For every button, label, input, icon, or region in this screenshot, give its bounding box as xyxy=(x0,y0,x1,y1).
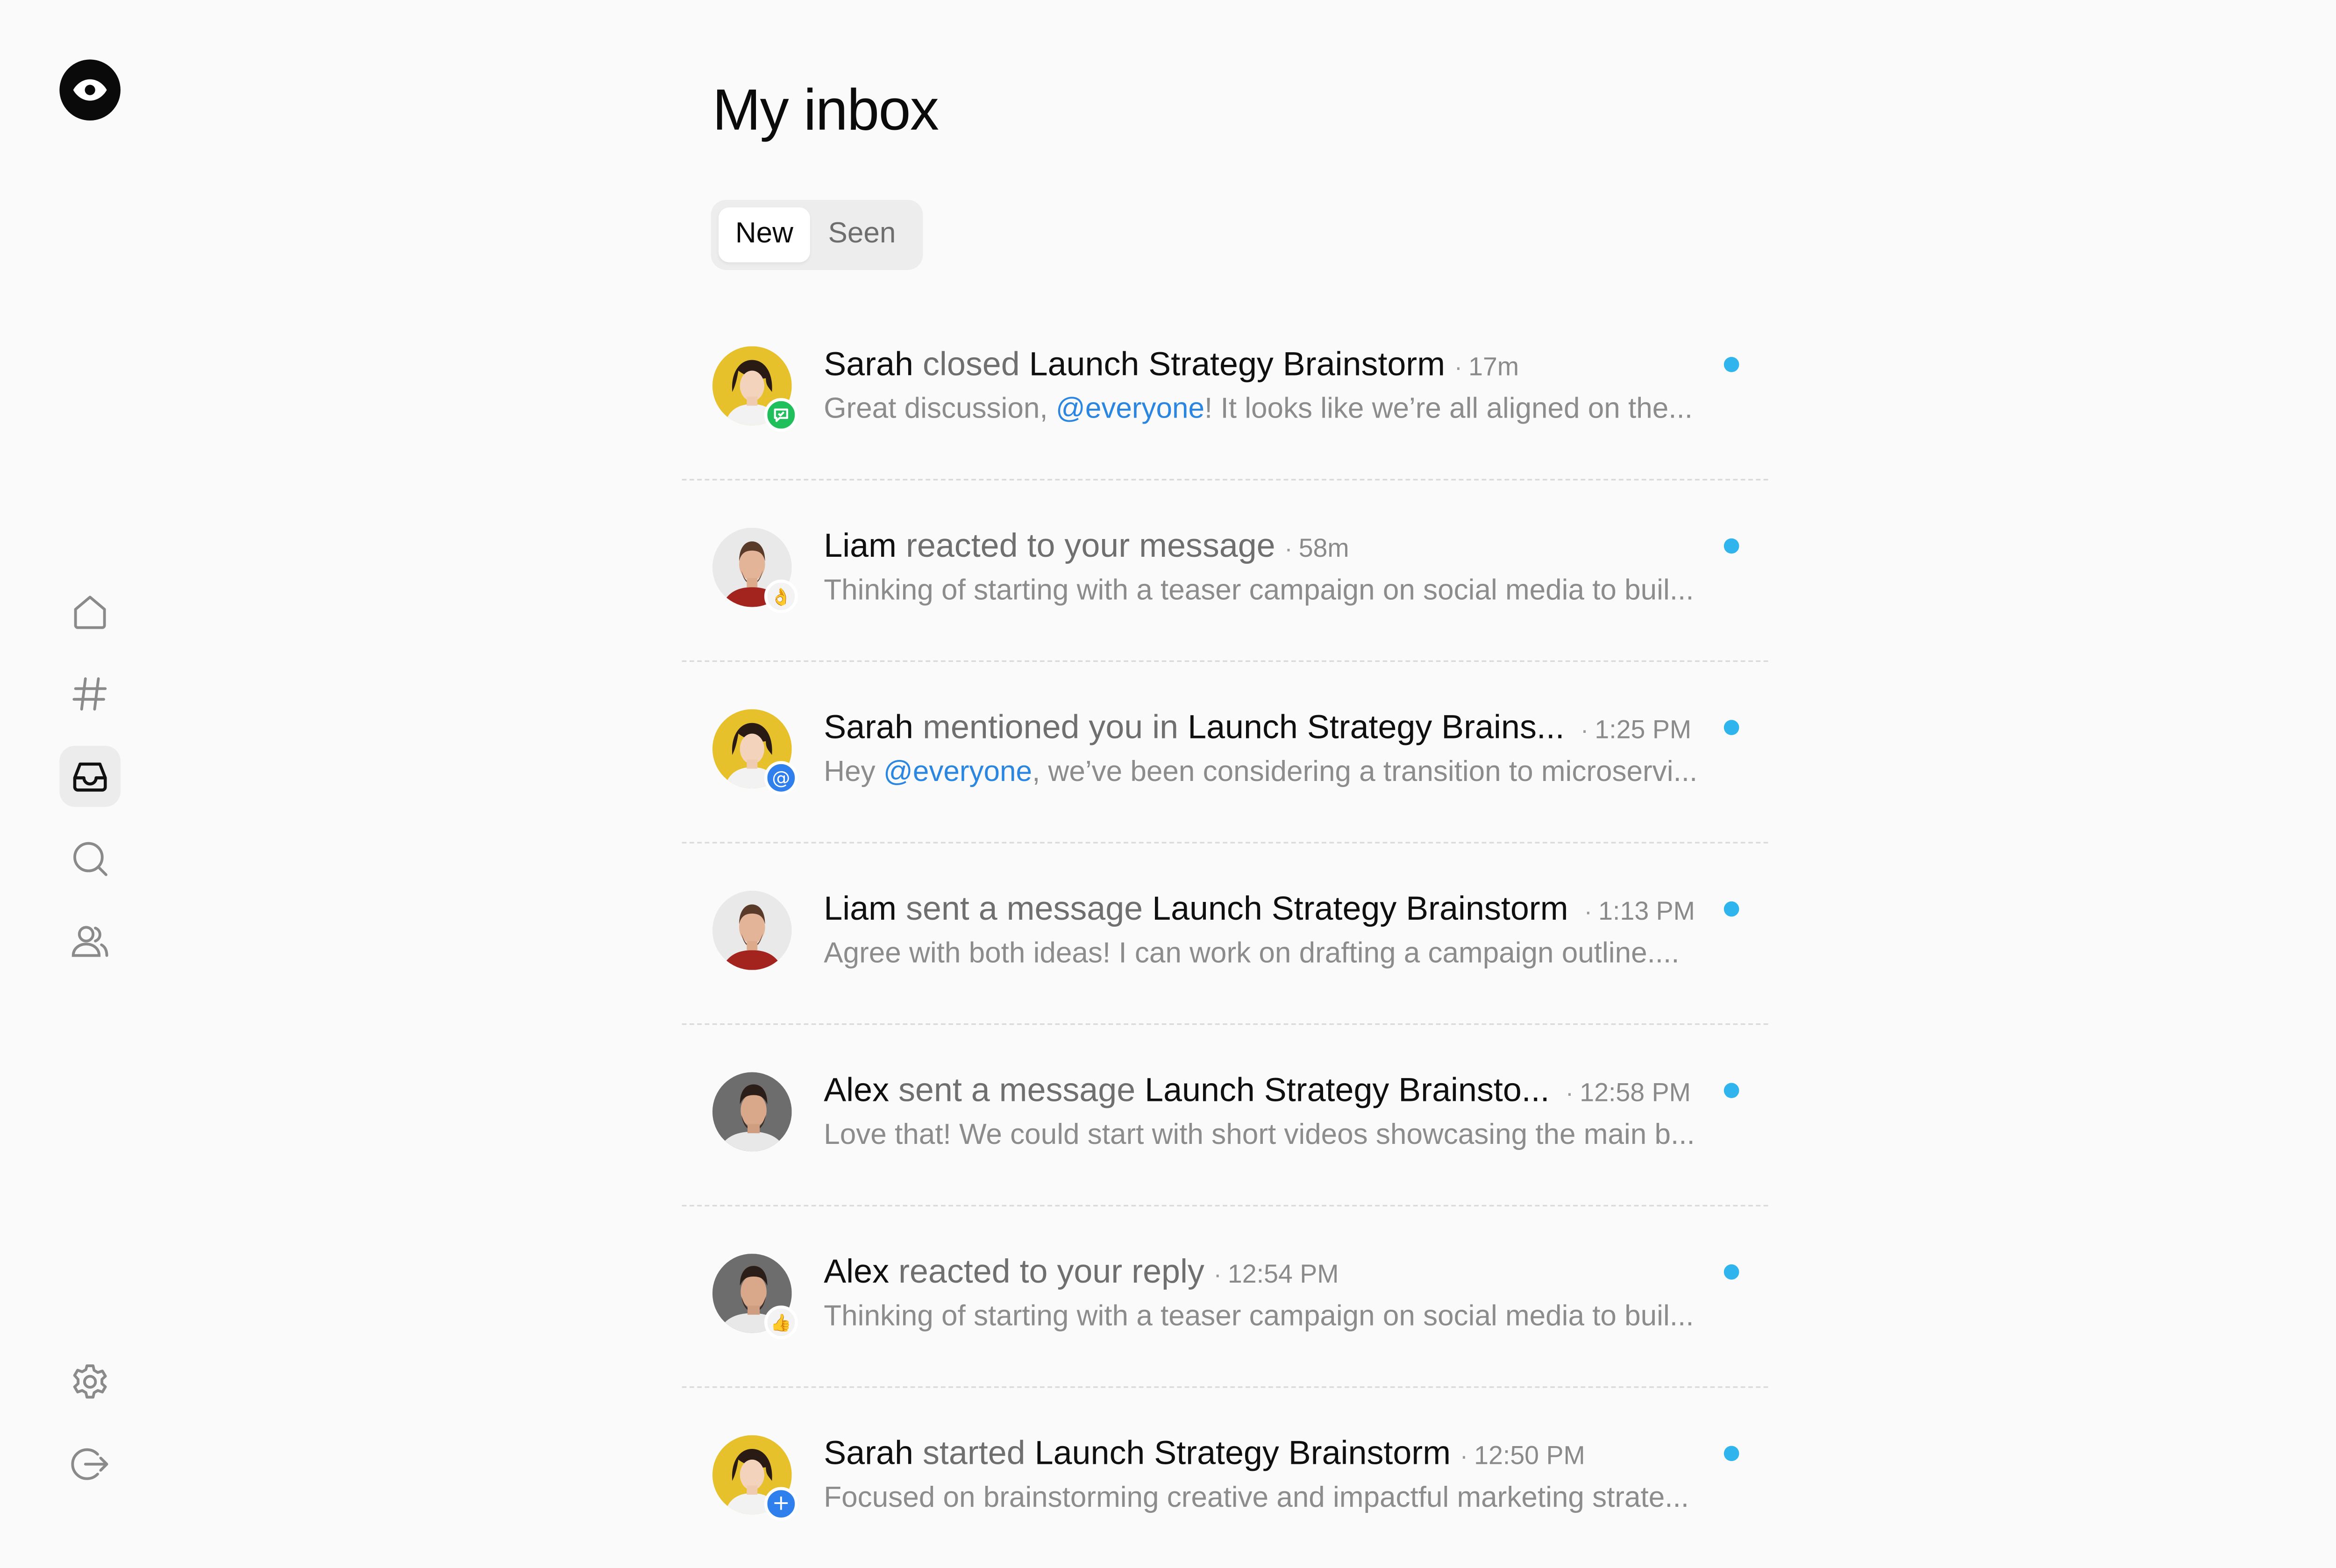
actor-name: Sarah xyxy=(824,708,913,746)
separator-dot: · xyxy=(1574,718,1589,745)
avatar-alex xyxy=(712,1072,792,1152)
thread-name[interactable]: Launch Strategy Brainstorm xyxy=(1152,889,1568,928)
app-logo[interactable] xyxy=(59,59,121,121)
notification-row[interactable]: Alex sent a message Launch Strategy Brai… xyxy=(682,1025,1768,1206)
nav-search[interactable] xyxy=(59,828,121,889)
chat-check-icon xyxy=(774,408,789,422)
separator-dot: · xyxy=(1460,1444,1468,1470)
thread-name[interactable]: Launch Strategy Brainstorm xyxy=(1035,1433,1451,1472)
unread-dot xyxy=(1724,1446,1739,1462)
unread-dot xyxy=(1724,901,1739,917)
timestamp: 58m xyxy=(1298,533,1349,563)
notification-list: Sarah closed Launch Strategy Brainstorm ·… xyxy=(682,299,1768,1568)
inbox-filter-tabs: New Seen xyxy=(711,199,923,270)
nav-logout[interactable] xyxy=(59,1433,121,1495)
separator-dot: · xyxy=(1559,1081,1574,1107)
avatar-liam xyxy=(712,890,792,970)
reaction-badge: 👍 xyxy=(764,1305,798,1339)
timestamp: 12:58 PM xyxy=(1580,1078,1691,1107)
separator-dot: · xyxy=(1577,900,1593,926)
unread-dot xyxy=(1724,1083,1739,1099)
search-icon xyxy=(73,842,107,876)
message-preview: Hey @everyone, we’ve been considering a … xyxy=(824,756,1698,789)
timestamp: 1:25 PM xyxy=(1595,715,1692,745)
nav-settings[interactable] xyxy=(59,1351,121,1412)
notification-row[interactable]: 👍 Alex reacted to your reply · 12:54 PM Th… xyxy=(682,1206,1768,1388)
message-preview: Great discussion, @everyone! It looks li… xyxy=(824,393,1693,426)
gear-icon xyxy=(73,1364,107,1399)
badge-closed xyxy=(764,398,798,432)
timestamp: 12:54 PM xyxy=(1227,1260,1339,1289)
action-verb: closed xyxy=(922,344,1020,383)
notification-row[interactable]: Sarah closed Launch Strategy Brainstorm ·… xyxy=(682,299,1768,481)
action-verb: sent a message xyxy=(898,1071,1136,1109)
thread-name[interactable]: Launch Strategy Brainsto... xyxy=(1145,1071,1550,1109)
mention-everyone[interactable]: @everyone xyxy=(883,757,1032,789)
app-root: My inbox New Seen Sarah closed Launch St… xyxy=(0,0,2336,1554)
message-preview: Thinking of starting with a teaser campa… xyxy=(824,575,1694,607)
unread-dot xyxy=(1724,357,1739,372)
message-preview: Agree with both ideas! I can work on dra… xyxy=(824,938,1680,970)
tab-new[interactable]: New xyxy=(718,207,810,263)
reaction-badge: 👌 xyxy=(764,579,798,613)
users-icon xyxy=(71,926,108,957)
tab-seen[interactable]: Seen xyxy=(810,207,914,263)
action-verb: started xyxy=(922,1433,1026,1472)
action-verb: reacted to your reply xyxy=(898,1252,1204,1291)
eye-icon xyxy=(73,79,107,101)
inbox-icon xyxy=(73,762,107,792)
unread-dot xyxy=(1724,538,1739,554)
unread-dot xyxy=(1724,1264,1739,1280)
started-badge: + xyxy=(764,1487,798,1521)
separator-dot: · xyxy=(1213,1263,1222,1289)
actor-name: Alex xyxy=(824,1252,890,1291)
page-title: My inbox xyxy=(712,79,939,143)
mention-badge: @ xyxy=(764,761,798,795)
unread-dot xyxy=(1724,720,1739,735)
message-preview: Focused on brainstorming creative and im… xyxy=(824,1482,1689,1515)
logout-icon xyxy=(71,1448,108,1480)
hash-icon xyxy=(72,677,107,711)
home-icon xyxy=(74,596,106,629)
thread-name[interactable]: Launch Strategy Brains... xyxy=(1188,708,1565,746)
timestamp: 1:13 PM xyxy=(1598,896,1695,926)
separator-dot: · xyxy=(1454,355,1463,382)
message-preview: Love that! We could start with short vid… xyxy=(824,1119,1695,1152)
actor-name: Alex xyxy=(824,1071,890,1109)
message-preview: Thinking of starting with a teaser campa… xyxy=(824,1301,1694,1333)
nav-channels[interactable] xyxy=(59,663,121,724)
nav-members[interactable] xyxy=(59,910,121,972)
mention-everyone[interactable]: @everyone xyxy=(1056,393,1204,426)
timestamp: 12:50 PM xyxy=(1474,1441,1585,1470)
thread-name[interactable]: Launch Strategy Brainstorm xyxy=(1029,345,1445,383)
notification-row[interactable]: Liam sent a message Launch Strategy Brai… xyxy=(682,844,1768,1025)
notification-row[interactable]: 👌 Liam reacted to your message · 58m Think… xyxy=(682,481,1768,662)
actor-name: Sarah xyxy=(824,1433,913,1472)
notification-row[interactable]: @ Sarah mentioned you in Launch Strategy… xyxy=(682,662,1768,844)
actor-name: Liam xyxy=(824,889,897,928)
actor-name: Sarah xyxy=(824,344,913,383)
actor-name: Liam xyxy=(824,526,897,565)
timestamp: 17m xyxy=(1468,352,1519,382)
notification-row[interactable]: + Sarah started Launch Strategy Brainsto… xyxy=(682,1388,1768,1568)
nav-inbox[interactable] xyxy=(59,745,121,807)
nav-home[interactable] xyxy=(59,581,121,642)
separator-dot: · xyxy=(1284,537,1293,563)
action-verb: sent a message xyxy=(905,889,1143,928)
action-verb: reacted to your message xyxy=(905,526,1275,565)
action-verb: mentioned you in xyxy=(922,708,1179,746)
